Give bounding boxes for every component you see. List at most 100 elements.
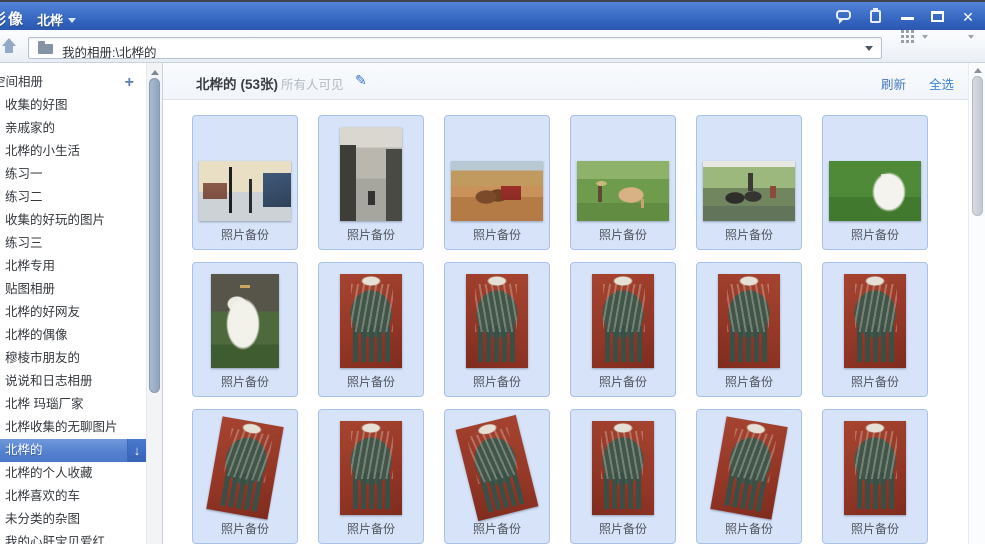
sidebar-item[interactable]: 穆棱市朋友的 [0,347,146,370]
photo-card[interactable]: 照片备份 [192,262,298,397]
photo-card[interactable]: 照片备份 [696,262,802,397]
sidebar-item[interactable]: 说说和日志相册 [0,370,146,393]
sidebar-item-label: 北桦的个人收藏 [5,466,93,480]
add-album-button[interactable]: + [125,71,134,94]
sidebar-item-label: 未分类的杂图 [5,512,80,526]
sidebar-item[interactable]: 北桦喜欢的车 [0,485,146,508]
sort-dropdown-icon[interactable] [968,35,974,39]
address-dropdown-icon[interactable] [865,46,873,51]
photo-card[interactable]: 照片备份 [192,409,298,544]
sidebar-item-label: 空间相册 [0,71,43,94]
photo-card[interactable]: 照片备份 [570,115,676,250]
edit-album-icon[interactable]: ✎ [355,72,367,89]
photo-caption: 照片备份 [599,228,647,242]
photo-card[interactable]: 照片备份 [696,409,802,544]
sidebar-item[interactable]: 收集的好玩的图片 [0,209,146,232]
photo-card[interactable]: 照片备份 [318,262,424,397]
ox-cart-thumbnail [451,161,543,221]
photo-card[interactable]: 照片备份 [318,115,424,250]
sidebar-item[interactable]: 未分类的杂图 [0,508,146,531]
sidebar-item[interactable]: 北桦 玛瑙厂家 [0,393,146,416]
main-scrollbar[interactable] [968,63,985,544]
photo-card[interactable]: 照片备份 [822,262,928,397]
photo-caption: 照片备份 [725,522,773,536]
photo-card[interactable]: 照片备份 [444,115,550,250]
photo-caption: 照片备份 [473,228,521,242]
sidebar-item[interactable]: 练习一 [0,163,146,186]
photo-caption: 照片备份 [347,228,395,242]
sidebar-item-label: 练习一 [5,167,43,181]
sidebar-list: 空间相册 + 收集的好图亲戚家的北桦的小生活练习一练习二收集的好玩的图片练习三北桦专… [0,71,146,544]
photo-card[interactable]: 照片备份 [696,115,802,250]
grid-view-dropdown-icon[interactable] [922,35,928,39]
navigate-up-button[interactable] [1,37,17,55]
photo-card[interactable]: 照片备份 [192,115,298,250]
sidebar-item[interactable]: 北桦专用 [0,255,146,278]
main-scroll-up-icon[interactable] [974,68,982,73]
photo-card[interactable]: 照片备份 [570,262,676,397]
address-toolbar: 我的相册:\北桦的 [0,30,985,63]
sidebar-item[interactable]: 我的心肝宝贝爱红 [0,531,146,544]
sidebar-item[interactable]: 练习三 [0,232,146,255]
sidebar-item[interactable]: 北桦的↓ [0,439,146,462]
knit-glove-thumbnail [466,274,528,368]
minimize-button[interactable] [897,8,919,26]
sidebar-item[interactable]: 练习二 [0,186,146,209]
user-menu[interactable]: 北桦 [37,10,76,29]
grid-dot [906,40,909,43]
knit-glove-thumbnail [456,415,539,521]
sidebar-item[interactable]: 北桦收集的无聊图片 [0,416,146,439]
photo-caption: 照片备份 [221,522,269,536]
grid-dot [901,40,904,43]
photo-card[interactable]: 照片备份 [444,262,550,397]
main-scroll-thumb[interactable] [972,76,983,216]
photo-card[interactable]: 照片备份 [444,409,550,544]
grid-dot [911,35,914,38]
photo-card[interactable]: 照片备份 [822,115,928,250]
sidebar-item[interactable]: 北桦的小生活 [0,140,146,163]
up-arrow-stem [5,45,13,53]
sidebar-item[interactable]: 贴图相册 [0,278,146,301]
grid-view-button[interactable] [901,30,914,43]
main-panel: 北桦的(53张) 所有人可见 ✎ 刷新 全选 照片备份照片备份照片备份照片备份照… [163,63,968,544]
clipboard-icon [870,10,881,23]
sidebar-scroll-up-icon[interactable] [151,70,159,75]
feedback-button[interactable] [833,8,855,26]
sidebar-item[interactable]: 北桦的个人收藏 [0,462,146,485]
maximize-button[interactable] [927,8,949,26]
white-goat-thumbnail [211,274,279,368]
sidebar-item[interactable]: 北桦的好网友 [0,301,146,324]
sidebar-item-label: 我的心肝宝贝爱红 [5,535,105,544]
album-download-icon[interactable]: ↓ [127,439,146,462]
sidebar-item-label: 贴图相册 [5,282,55,296]
close-button[interactable]: ✕ [957,8,979,26]
sidebar-item-label: 北桦的好网友 [5,305,80,319]
sidebar-item[interactable]: 空间相册 + [0,71,146,94]
photo-card[interactable]: 照片备份 [318,409,424,544]
sidebar-item-label: 收集的好玩的图片 [5,213,105,227]
sidebar-item-label: 练习三 [5,236,43,250]
chat-bubble-tail [839,20,843,24]
album-title: 北桦的(53张) [196,73,278,93]
sidebar-item[interactable]: 亲戚家的 [0,117,146,140]
photo-caption: 照片备份 [851,375,899,389]
sidebar-scroll-thumb[interactable] [149,78,160,393]
clipboard-button[interactable] [865,8,887,26]
sidebar-item-label: 北桦专用 [5,259,55,273]
photo-card[interactable]: 照片备份 [570,409,676,544]
address-bar[interactable]: 我的相册:\北桦的 [28,37,882,59]
album-header: 北桦的(53张) 所有人可见 ✎ 刷新 全选 [163,63,968,100]
select-all-link[interactable]: 全选 [929,74,954,93]
photo-card[interactable]: 照片备份 [822,409,928,544]
sidebar-item[interactable]: 北桦的偶像 [0,324,146,347]
sidebar-scrollbar[interactable] [146,63,162,544]
refresh-link[interactable]: 刷新 [881,74,906,93]
sidebar-item-label: 北桦的小生活 [5,144,80,158]
sidebar-item-label: 收集的好图 [5,98,68,112]
knit-glove-thumbnail [206,416,283,519]
grid-dot [911,30,914,33]
sidebar-item-label: 练习二 [5,190,43,204]
sidebar-item[interactable]: 收集的好图 [0,94,146,117]
bw-road-thumbnail [340,127,402,221]
knit-glove-thumbnail [718,274,780,368]
